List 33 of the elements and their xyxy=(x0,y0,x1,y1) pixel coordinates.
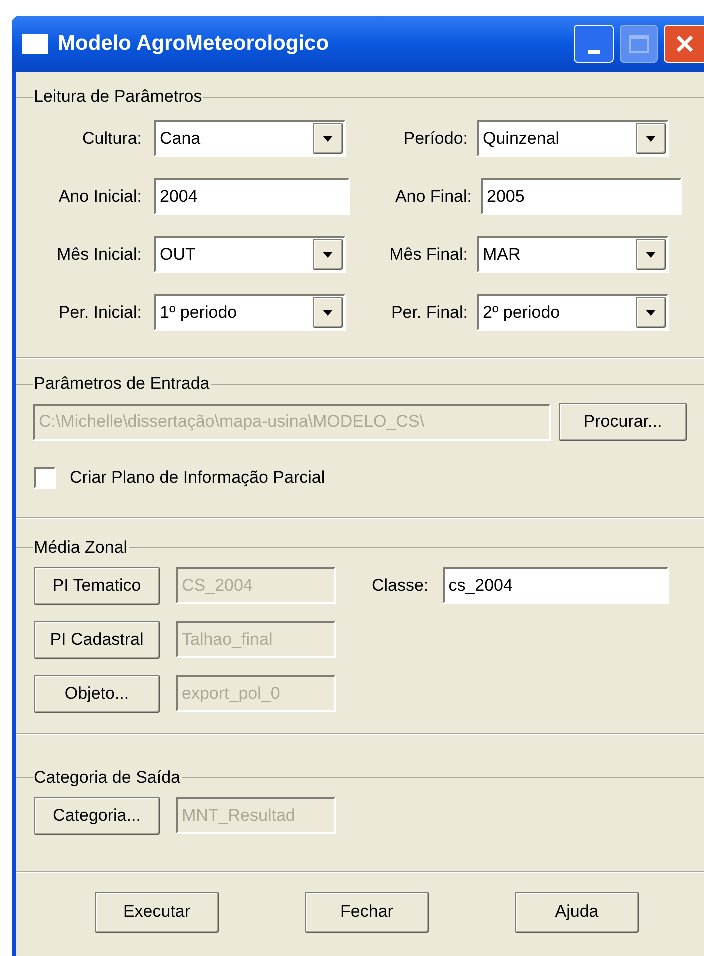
section-title: Leitura de Parâmetros xyxy=(33,86,204,108)
field-label: Ano Inicial: xyxy=(58,186,142,208)
checkbox[interactable] xyxy=(34,466,56,489)
input-field[interactable]: 2004 xyxy=(154,178,350,215)
minimize-button[interactable] xyxy=(574,25,614,63)
dropdown[interactable]: 1º periodo xyxy=(154,294,346,331)
field-label: Per. Inicial: xyxy=(58,302,142,324)
field-label: Período: xyxy=(402,128,468,150)
window-title: Modelo AgroMeteorologico xyxy=(58,31,330,58)
dropdown[interactable]: OUT xyxy=(154,236,346,273)
close-button[interactable] xyxy=(664,25,704,63)
section-title: Média Zonal xyxy=(33,536,129,559)
browse-button[interactable]: Procurar... xyxy=(559,403,687,441)
field-label: Classe: xyxy=(372,574,429,597)
input-field[interactable]: cs_2004 xyxy=(442,567,669,604)
field-label: Cultura: xyxy=(81,128,142,150)
close-icon[interactable] xyxy=(674,34,694,54)
dropdown[interactable]: MAR xyxy=(477,236,669,273)
checkbox-label: Criar Plano de Informação Parcial xyxy=(70,467,326,489)
input-field[interactable]: 2005 xyxy=(481,178,682,215)
dialog-button[interactable]: Ajuda xyxy=(515,892,639,932)
dropdown[interactable]: Quinzenal xyxy=(477,120,669,157)
window-icon xyxy=(22,34,48,54)
dropdown[interactable]: 2º periodo xyxy=(477,294,669,331)
dropdown[interactable]: Cana xyxy=(154,120,346,157)
field-label: Per. Final: xyxy=(390,302,468,324)
field-label: Mês Final: xyxy=(388,244,468,266)
field-label: Ano Final: xyxy=(394,186,472,208)
dialog-button[interactable]: Executar xyxy=(95,892,219,932)
section-title: Parâmetros de Entrada xyxy=(33,373,211,396)
field-label: Mês Inicial: xyxy=(56,244,142,266)
section-title: Categoria de Saída xyxy=(33,766,182,789)
dialog-button[interactable]: Fechar xyxy=(305,892,429,932)
